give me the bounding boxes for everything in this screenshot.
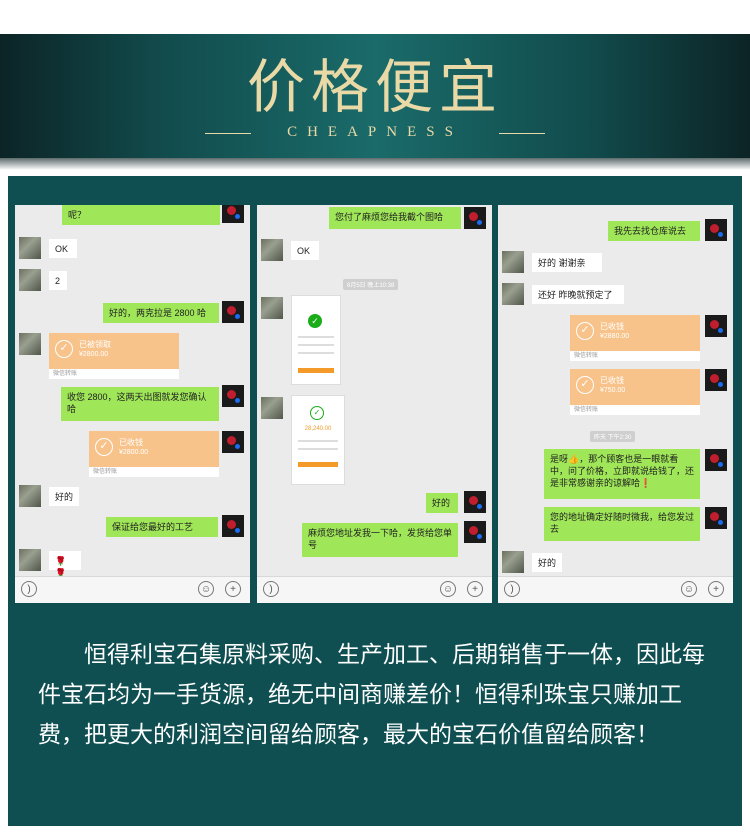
- transfer-card-footer: 微信转账: [570, 351, 700, 361]
- chat-screenshot-2: 您付了麻烦您给我截个图哈 OK 8月5日 晚上10:38 ✓ ✓ 28,240.…: [257, 205, 492, 603]
- description-text: 恒得利宝石集原料采购、生产加工、后期销售于一体，因此每件宝石均为一手货源，绝无中…: [38, 634, 724, 754]
- avatar: [705, 315, 727, 337]
- chat-message: 我先去找仓库说去: [608, 221, 700, 241]
- avatar: [222, 431, 244, 453]
- avatar: [222, 515, 244, 537]
- avatar: [261, 239, 283, 261]
- chat-input-bar: ) ☺ +: [257, 576, 492, 603]
- transfer-card[interactable]: ✓ 已收钱 ¥750.00: [570, 369, 700, 405]
- chat-message: OK: [291, 241, 319, 260]
- avatar: [19, 549, 41, 571]
- plus-icon[interactable]: +: [467, 581, 483, 597]
- voice-icon[interactable]: ): [504, 581, 520, 597]
- success-check-icon: ✓: [310, 406, 324, 420]
- content-panel: 呢？ OK 2 好的，两克拉是 2800 哈 ✓ 已被领取 ¥2800.00 微…: [8, 176, 742, 826]
- transfer-status: 已收钱: [600, 322, 624, 331]
- chat-message: 好的: [532, 553, 562, 572]
- transfer-amount: ¥2880.00: [600, 333, 630, 340]
- chat-message: 还好 昨晚就预定了: [532, 285, 624, 304]
- transfer-card-footer: 微信转账: [89, 467, 219, 477]
- transfer-amount: ¥750.00: [600, 387, 626, 394]
- chat-message: 好的，两克拉是 2800 哈: [103, 303, 219, 323]
- chat-message: 您付了麻烦您给我截个图哈: [329, 207, 461, 229]
- avatar: [222, 205, 244, 223]
- chat-screenshot-1: 呢？ OK 2 好的，两克拉是 2800 哈 ✓ 已被领取 ¥2800.00 微…: [15, 205, 250, 603]
- emoji-icon[interactable]: ☺: [681, 581, 697, 597]
- avatar: [502, 251, 524, 273]
- avatar: [464, 491, 486, 513]
- avatar: [19, 333, 41, 355]
- avatar: [222, 385, 244, 407]
- transfer-card[interactable]: ✓ 已收钱 ¥2800.00: [89, 431, 219, 467]
- transfer-card[interactable]: ✓ 已被领取 ¥2800.00: [49, 333, 179, 369]
- avatar: [261, 397, 283, 419]
- payment-screenshot-image[interactable]: ✓ 28,240.00: [291, 395, 345, 485]
- avatar: [502, 283, 524, 305]
- emoji-icon[interactable]: ☺: [440, 581, 456, 597]
- transfer-card-footer: 微信转账: [570, 405, 700, 415]
- timestamp: 8月5日 晚上10:38: [343, 279, 399, 290]
- check-icon: ✓: [95, 438, 113, 456]
- timestamp: 昨天 下午2:30: [590, 431, 636, 442]
- page-subtitle: CHEAPNESS: [287, 124, 463, 140]
- payment-screenshot-image[interactable]: ✓: [291, 295, 341, 385]
- avatar: [705, 507, 727, 529]
- voice-icon[interactable]: ): [21, 581, 37, 597]
- chat-message: 🌹🌹: [49, 551, 81, 578]
- chat-message: 收您 2800，这两天出图就发您确认哈: [61, 387, 219, 421]
- chat-message: 麻烦您地址发我一下哈，发货给您单号: [302, 523, 458, 557]
- chat-message: OK: [49, 239, 77, 258]
- avatar: [705, 219, 727, 241]
- check-icon: ✓: [55, 340, 73, 358]
- chat-input-bar: ) ☺ +: [498, 576, 733, 603]
- voice-icon[interactable]: ): [263, 581, 279, 597]
- avatar: [705, 449, 727, 471]
- chat-message: 2: [49, 271, 67, 290]
- avatar: [705, 369, 727, 391]
- avatar: [464, 521, 486, 543]
- avatar: [464, 207, 486, 229]
- emoji-icon[interactable]: ☺: [198, 581, 214, 597]
- chat-message: 好的: [49, 487, 79, 506]
- banner-shadow: [0, 158, 750, 170]
- avatar: [502, 551, 524, 573]
- transfer-card-footer: 微信转账: [49, 369, 179, 379]
- transfer-amount: ¥2800.00: [119, 449, 149, 456]
- chat-message: 您的地址确定好随时微我，给您发过去: [544, 507, 700, 541]
- check-icon: ✓: [576, 322, 594, 340]
- chat-screenshot-3: 我先去找仓库说去 好的 谢谢亲 还好 昨晚就预定了 ✓ 已收钱 ¥2880.00…: [498, 205, 733, 603]
- check-icon: ✓: [576, 376, 594, 394]
- plus-icon[interactable]: +: [708, 581, 724, 597]
- chat-message: 好的: [426, 493, 458, 513]
- success-check-icon: ✓: [308, 314, 322, 328]
- avatar: [19, 269, 41, 291]
- transfer-status: 已被领取: [79, 340, 111, 349]
- chat-message: 保证给您最好的工艺: [106, 517, 218, 537]
- transfer-status: 已收钱: [600, 376, 624, 385]
- payment-amount: 28,240.00: [304, 426, 332, 432]
- avatar: [222, 301, 244, 323]
- plus-icon[interactable]: +: [225, 581, 241, 597]
- transfer-amount: ¥2800.00: [79, 351, 109, 358]
- avatar: [19, 485, 41, 507]
- page-title: 价格便宜: [246, 53, 503, 121]
- description-body: 恒得利宝石集原料采购、生产加工、后期销售于一体，因此每件宝石均为一手货源，绝无中…: [38, 641, 705, 747]
- chat-input-bar: ) ☺ +: [15, 576, 250, 603]
- transfer-card[interactable]: ✓ 已收钱 ¥2880.00: [570, 315, 700, 351]
- transfer-status: 已收钱: [119, 438, 143, 447]
- avatar: [19, 237, 41, 259]
- avatar: [261, 297, 283, 319]
- chat-message: 呢？: [62, 205, 220, 225]
- subtitle-right-rule: [499, 133, 545, 134]
- chat-message: 是呀👍，那个顾客也是一眼就看中，问了价格，立即就说给钱了，还是非常感谢亲的谅解哈…: [544, 449, 700, 499]
- chat-message: 好的 谢谢亲: [532, 253, 602, 272]
